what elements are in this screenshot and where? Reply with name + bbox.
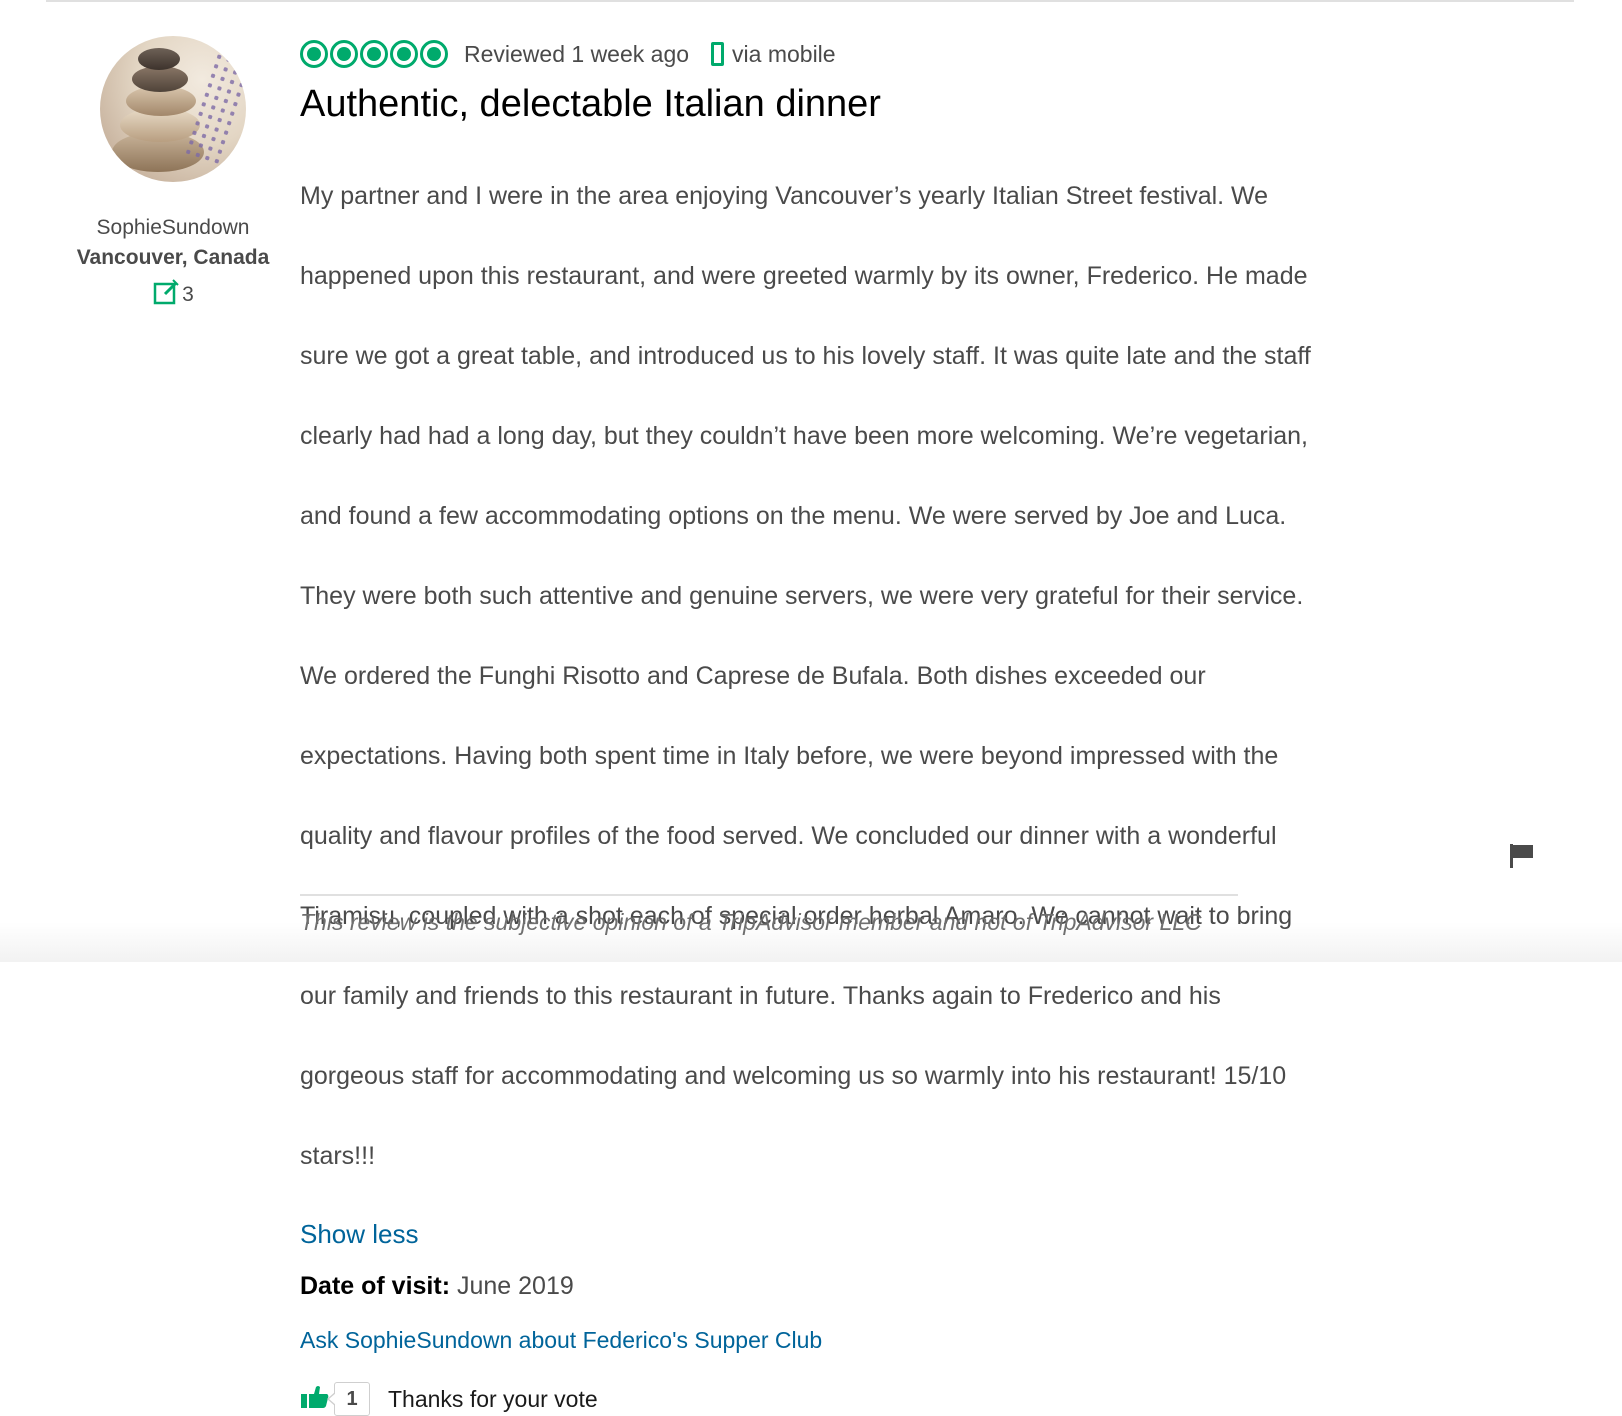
- bubble-rating: [300, 40, 448, 68]
- review-card: Reviewed 1 week ago via mobile Authentic…: [300, 36, 1430, 1416]
- rating-bubble-icon: [390, 40, 418, 68]
- review-line: and found a few accommodating options on…: [300, 502, 1287, 530]
- review-line: My partner and I were in the area enjoyi…: [300, 182, 1269, 210]
- vote-thanks-text: Thanks for your vote: [388, 1385, 598, 1412]
- date-of-visit: Date of visit: June 2019: [300, 1272, 1430, 1301]
- member-location: Vancouver, Canada: [76, 246, 270, 269]
- avatar[interactable]: [100, 36, 246, 182]
- flag-icon[interactable]: [1508, 842, 1536, 875]
- rating-bubble-icon: [360, 40, 388, 68]
- review-line: They were both such attentive and genuin…: [300, 582, 1304, 610]
- review-line: clearly had had a long day, but they cou…: [300, 422, 1309, 450]
- disclaimer: This review is the subjective opinion of…: [300, 909, 1202, 935]
- rating-bubble-icon: [330, 40, 358, 68]
- review-line: We ordered the Funghi Risotto and Capres…: [300, 662, 1206, 690]
- top-divider: [46, 0, 1574, 2]
- rating-date: Reviewed 1 week ago: [464, 40, 690, 67]
- via-mobile-label: via mobile: [732, 40, 836, 67]
- review-divider: [300, 894, 1238, 896]
- via-mobile: via mobile: [711, 41, 836, 68]
- review-line: our family and friends to this restauran…: [300, 982, 1221, 1010]
- contribution-number: 3: [182, 283, 194, 306]
- thumbs-up-icon[interactable]: [300, 1385, 330, 1414]
- helpful-vote-row: 1 Thanks for your vote: [300, 1382, 1430, 1416]
- show-less-link[interactable]: Show less: [300, 1214, 1430, 1254]
- rating-bubble-icon: [420, 40, 448, 68]
- date-of-visit-value: June 2019: [456, 1272, 574, 1300]
- avatar-stone: [138, 48, 180, 70]
- avatar-lavender: [181, 50, 246, 168]
- review-line: sure we got a great table, and introduce…: [300, 342, 1311, 370]
- date-of-visit-label: Date of visit:: [300, 1272, 451, 1300]
- review-line: expectations. Having both spent time in …: [300, 742, 1279, 770]
- contribution-count: 3: [60, 278, 286, 312]
- member-info: SophieSundown Vancouver, Canada 3: [60, 36, 286, 312]
- review-title[interactable]: Authentic, delectable Italian dinner: [300, 82, 1430, 126]
- contribution-pencil-icon: [152, 278, 180, 312]
- review-line: gorgeous staff for accommodating and wel…: [300, 1062, 1287, 1090]
- member-username[interactable]: SophieSundown: [60, 216, 286, 240]
- review-meta: Reviewed 1 week ago via mobile: [300, 36, 1430, 72]
- ask-member-link[interactable]: Ask SophieSundown about Federico's Suppe…: [300, 1327, 1430, 1354]
- review-line: quality and flavour profiles of the food…: [300, 822, 1277, 850]
- mobile-phone-icon: [711, 42, 725, 66]
- review-body: My partner and I were in the area enjoyi…: [300, 136, 1430, 1216]
- review-line: stars!!!: [300, 1142, 376, 1170]
- review-line: happened upon this restaurant, and were …: [300, 262, 1308, 290]
- helpful-count: 1: [327, 1382, 370, 1416]
- rating-bubble-icon: [300, 40, 328, 68]
